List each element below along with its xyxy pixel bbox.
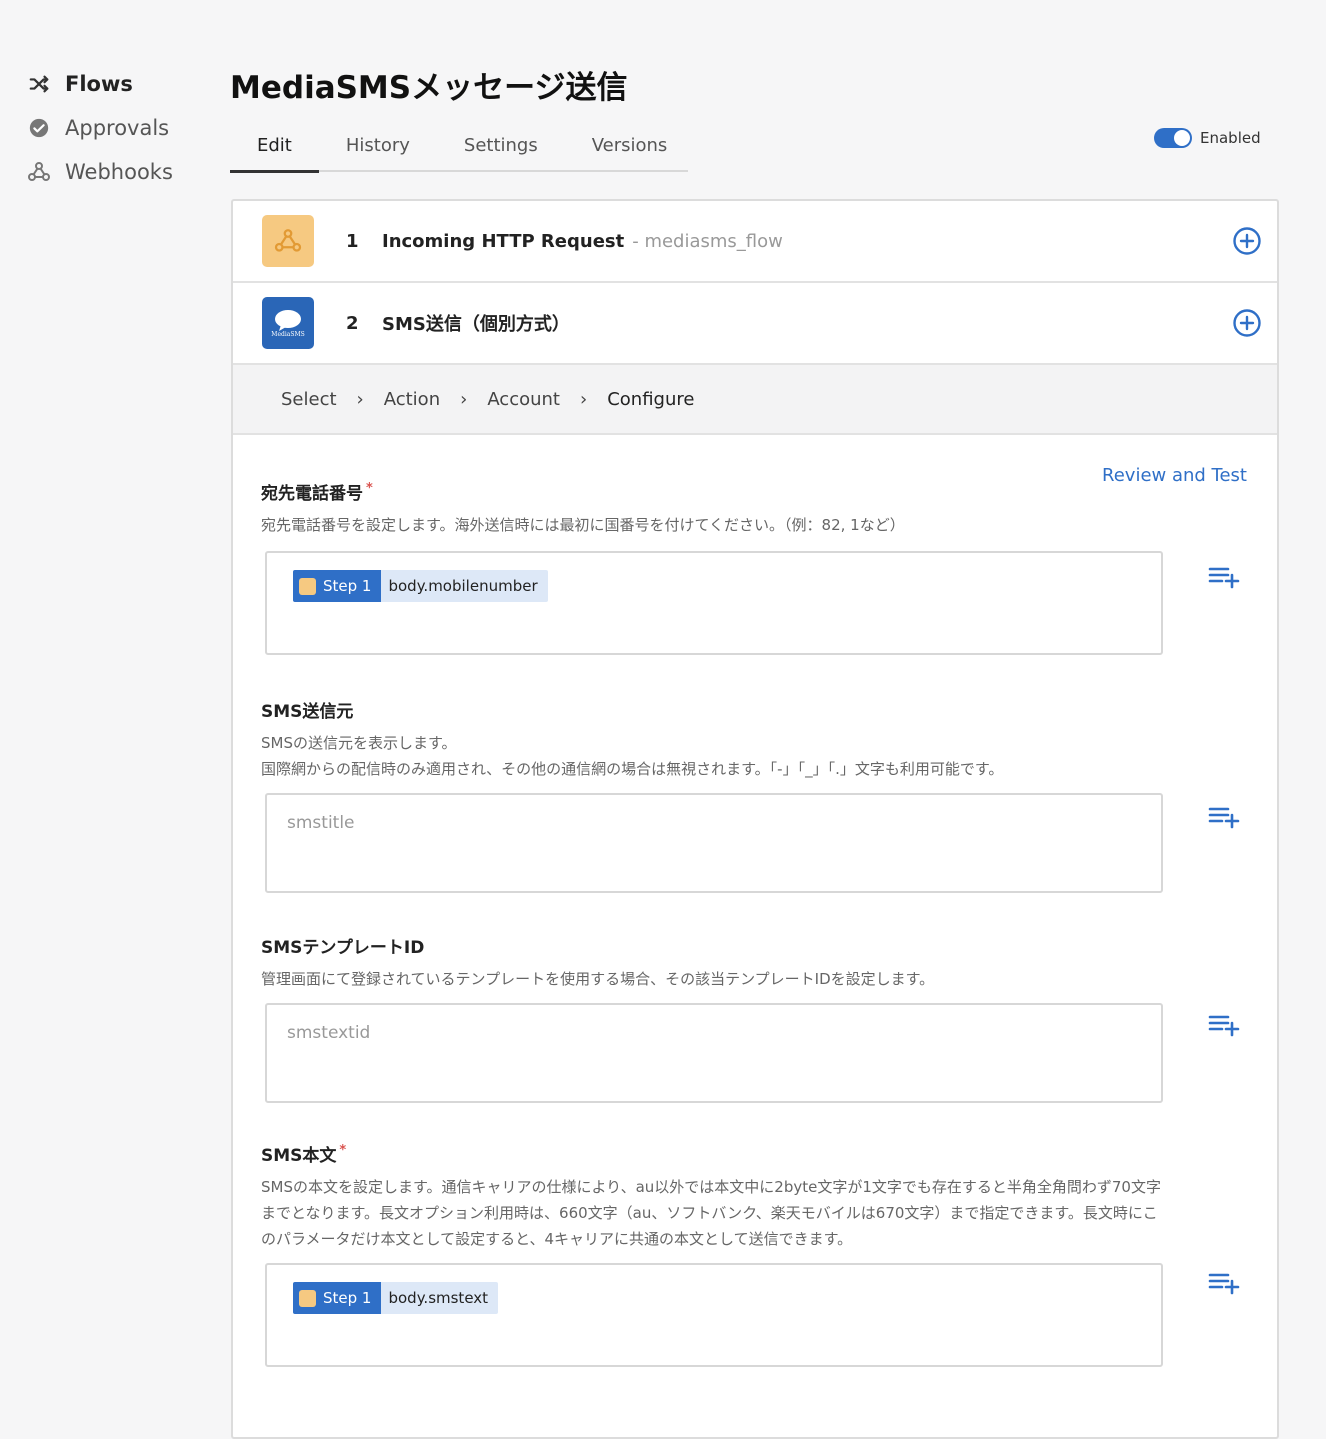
breadcrumb-configure[interactable]: Configure [607, 389, 694, 410]
breadcrumb-select[interactable]: Select [281, 389, 337, 410]
field-sms-body: SMS本文 * SMSの本文を設定します。通信キャリアの仕様により、au以外では本… [261, 1141, 1261, 1367]
input-placeholder: smstitle [287, 813, 355, 833]
required-marker: * [366, 481, 373, 497]
pill-path: body.smstext [381, 1282, 499, 1314]
insert-variable-icon[interactable] [1207, 803, 1241, 831]
webhook-icon [299, 1289, 316, 1307]
field-label: SMSテンプレートID [261, 938, 425, 958]
check-circle-icon [26, 115, 52, 141]
mediasms-icon: MediaSMS [262, 297, 314, 349]
sidebar-item-flows[interactable]: Flows [26, 62, 173, 106]
enabled-label: Enabled [1200, 129, 1261, 147]
enabled-toggle-group: Enabled [1154, 128, 1261, 148]
field-description: SMSの本文を設定します。通信キャリアの仕様により、au以外では本文中に2byt… [261, 1178, 1161, 1248]
sidebar: Flows Approvals Webhooks [26, 62, 173, 194]
field-template-id: SMSテンプレートID 管理画面にて登録されているテンプレートを使用する場合、そ… [261, 933, 1251, 1103]
field-description: SMSの送信元を表示します。 国際網からの配信時のみ適用され、その他の通信網の場合… [261, 734, 1004, 778]
sidebar-item-approvals[interactable]: Approvals [26, 106, 173, 150]
sidebar-item-label: Approvals [65, 116, 170, 140]
add-step-button[interactable] [1231, 225, 1263, 257]
field-description: 管理画面にて登録されているテンプレートを使用する場合、その該当テンプレートIDを… [261, 970, 935, 988]
webhook-icon [26, 159, 52, 185]
sms-body-input[interactable]: Step 1 body.smstext [265, 1263, 1163, 1367]
recipient-number-input[interactable]: Step 1 body.mobilenumber [265, 551, 1163, 655]
chevron-right-icon: › [580, 388, 588, 410]
chevron-right-icon: › [356, 388, 364, 410]
field-label: SMS送信元 [261, 702, 354, 722]
webhook-icon [299, 577, 316, 595]
sms-sender-input[interactable]: smstitle [265, 793, 1163, 893]
tab-bar: Edit History Settings Versions [230, 128, 688, 173]
field-sms-sender: SMS送信元 SMSの送信元を表示します。 国際網からの配信時のみ適用され、その他… [261, 697, 1251, 893]
step-title: Incoming HTTP Request - mediasms_flow [382, 230, 783, 252]
breadcrumb-account[interactable]: Account [487, 389, 560, 410]
step-title: SMS送信（個別方式） [382, 314, 570, 335]
flow-editor-panel: 1 Incoming HTTP Request - mediasms_flow M… [231, 199, 1279, 1439]
step-subtitle: - mediasms_flow [632, 230, 783, 252]
tab-settings[interactable]: Settings [437, 128, 565, 170]
insert-variable-icon[interactable] [1207, 1011, 1241, 1039]
sidebar-item-label: Flows [65, 72, 133, 96]
webhook-icon [262, 215, 314, 267]
field-label: 宛先電話番号 * [261, 481, 373, 504]
template-id-input[interactable]: smstextid [265, 1003, 1163, 1103]
sidebar-item-webhooks[interactable]: Webhooks [26, 150, 173, 194]
insert-variable-icon[interactable] [1207, 1269, 1241, 1297]
sidebar-item-label: Webhooks [65, 160, 173, 184]
chevron-right-icon: › [460, 388, 468, 410]
add-step-button[interactable] [1231, 307, 1263, 339]
field-label: SMS本文 * [261, 1143, 347, 1166]
step-row-2[interactable]: MediaSMS 2 SMS送信（個別方式） [233, 283, 1277, 365]
breadcrumb: Select › Action › Account › Configure [233, 365, 1277, 435]
step-row-1[interactable]: 1 Incoming HTTP Request - mediasms_flow [233, 201, 1277, 283]
field-description: 宛先電話番号を設定します。海外送信時には最初に国番号を付けてください。（例：82… [261, 516, 905, 534]
enabled-toggle[interactable] [1154, 128, 1192, 148]
input-placeholder: smstextid [287, 1023, 371, 1043]
pill-path: body.mobilenumber [381, 570, 548, 602]
breadcrumb-action[interactable]: Action [384, 389, 440, 410]
pill-step: Step 1 [293, 570, 382, 602]
tab-history[interactable]: History [319, 128, 437, 170]
field-recipient-number: 宛先電話番号 * 宛先電話番号を設定します。海外送信時には最初に国番号を付けてくだ… [261, 479, 1251, 655]
tab-edit[interactable]: Edit [230, 128, 319, 173]
variable-pill[interactable]: Step 1 body.mobilenumber [293, 570, 548, 602]
step-number: 2 [346, 312, 359, 334]
step-number: 1 [346, 230, 359, 252]
tab-versions[interactable]: Versions [565, 128, 695, 170]
page-title: MediaSMSメッセージ送信 [230, 70, 628, 106]
variable-pill[interactable]: Step 1 body.smstext [293, 1282, 499, 1314]
pill-step: Step 1 [293, 1282, 382, 1314]
mediasms-icon-text: MediaSMS [271, 330, 305, 338]
required-marker: * [339, 1143, 347, 1159]
shuffle-icon [26, 71, 52, 97]
insert-variable-icon[interactable] [1207, 563, 1241, 591]
